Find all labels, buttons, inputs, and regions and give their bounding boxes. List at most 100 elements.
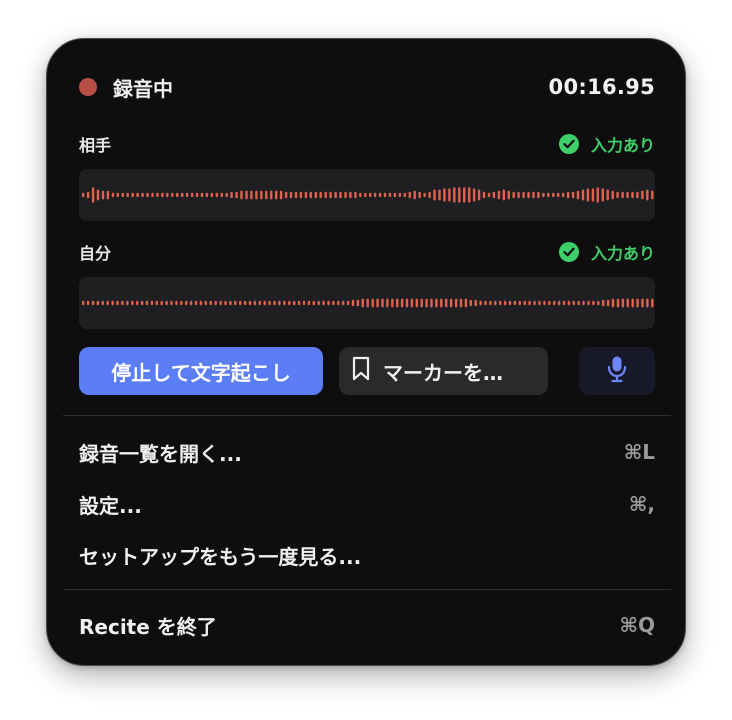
waveform-bar — [445, 298, 448, 308]
channel-label: 相手 — [79, 136, 112, 155]
stop-and-transcribe-button[interactable]: 停止して文字起こし — [79, 347, 323, 395]
waveform-bar — [435, 298, 438, 308]
waveform-bar — [121, 192, 124, 198]
waveform-bar — [621, 298, 625, 308]
waveform-bar — [181, 192, 184, 198]
waveform-bar — [562, 300, 566, 306]
waveform-bar — [606, 189, 609, 201]
waveform-bar — [533, 300, 536, 306]
waveform-bar — [170, 300, 173, 306]
waveform-bar — [359, 192, 362, 198]
menu-item-label: Recite を終了 — [79, 614, 217, 639]
waveform-bar — [106, 190, 110, 200]
waveform-bar — [364, 192, 367, 198]
waveform-bar — [366, 298, 369, 308]
waveform-bar — [224, 300, 227, 306]
waveform-bar — [487, 192, 491, 198]
waveform-bar — [596, 187, 599, 203]
waveform-bar — [243, 300, 247, 306]
waveform-bar — [369, 192, 372, 198]
bookmark-icon — [351, 356, 371, 387]
waveform-bar — [255, 190, 258, 200]
waveform-bar — [413, 190, 416, 200]
waveform-bar — [507, 190, 510, 200]
waveform-bar — [101, 300, 104, 306]
waveform-bar — [82, 192, 85, 198]
waveform-bars — [82, 298, 654, 308]
waveform-bar — [240, 190, 243, 200]
waveform-bar — [126, 300, 129, 306]
waveform-bar — [440, 298, 443, 308]
channel-remote: 相手 入力あり — [79, 131, 655, 221]
waveform-bar — [82, 300, 85, 306]
recording-indicator-icon — [79, 78, 97, 96]
waveform-bar — [463, 187, 466, 203]
waveform-bar — [586, 188, 590, 202]
waveform-bar — [567, 300, 571, 306]
waveform-bar — [278, 300, 281, 306]
add-marker-button[interactable]: マーカーを… — [339, 347, 548, 395]
waveform-bar — [194, 300, 198, 306]
waveform-bar — [332, 300, 335, 306]
waveform-bar — [116, 192, 119, 198]
menu-item-settings[interactable]: 設定... ⌘, — [79, 484, 655, 524]
waveform-bar — [111, 300, 114, 306]
waveform-bar — [621, 191, 624, 199]
divider — [63, 589, 671, 590]
waveform-bar — [131, 192, 134, 198]
waveform-bar — [106, 300, 109, 306]
waveform-bar — [459, 298, 463, 308]
waveform-bar — [185, 300, 188, 306]
waveform-bar — [180, 300, 183, 306]
recording-header: 録音中 00:16.95 — [79, 71, 655, 103]
divider — [63, 415, 671, 416]
channel-label: 自分 — [79, 244, 112, 263]
waveform-bar — [400, 298, 404, 308]
check-circle-icon — [558, 134, 579, 154]
waveform-bar — [136, 300, 139, 306]
waveform-bar — [641, 298, 644, 308]
microphone-button[interactable] — [579, 347, 655, 395]
waveform-bar — [566, 191, 570, 199]
input-status: 入力あり — [558, 132, 655, 156]
waveform-bar — [209, 300, 212, 306]
waveform-bar — [116, 300, 119, 306]
waveform-bar — [86, 300, 90, 306]
waveform-bar — [327, 300, 330, 306]
waveform-bar — [248, 300, 252, 306]
waveform-bar — [275, 190, 278, 200]
waveform-bar — [176, 192, 179, 198]
waveform-bar — [472, 188, 476, 202]
waveform-bar — [468, 187, 471, 203]
waveform-bar — [312, 300, 315, 306]
waveform-bar — [239, 300, 242, 306]
waveform-bar — [646, 298, 649, 308]
menu-item-open-recordings[interactable]: 録音一覧を開く... ⌘L — [79, 432, 655, 472]
waveform-bar — [606, 299, 610, 307]
waveform-bar — [386, 298, 389, 308]
recording-menu-panel: 録音中 00:16.95 相手 入力あり 自分 入力あり 停止して文字起こし マ… — [46, 38, 686, 666]
waveform-bar — [361, 298, 364, 308]
waveform-bar — [562, 192, 565, 198]
waveform-bar — [155, 300, 158, 306]
waveform-bar — [557, 300, 561, 306]
waveform-bar — [346, 300, 350, 306]
shortcut-label: ⌘Q — [619, 613, 655, 637]
waveform-bar — [477, 189, 481, 201]
waveform-bar — [552, 192, 555, 198]
waveform-bar — [591, 188, 595, 202]
waveform-bar — [408, 191, 411, 199]
recording-status: 録音中 — [79, 73, 173, 102]
waveform-bar — [351, 299, 355, 307]
waveform-bar — [136, 192, 139, 198]
menu-item-quit[interactable]: Recite を終了 ⌘Q — [79, 605, 655, 645]
waveform-bar — [219, 300, 222, 306]
recording-status-label: 録音中 — [113, 76, 173, 101]
shortcut-label: ⌘, — [628, 492, 655, 516]
menu-item-setup-again[interactable]: セットアップをもう一度見る... — [79, 535, 655, 575]
waveform-bar — [304, 191, 308, 199]
waveform-bar — [220, 192, 223, 198]
waveform-bar — [543, 300, 546, 306]
waveform-bar — [250, 190, 253, 200]
waveform-bar — [611, 298, 615, 308]
